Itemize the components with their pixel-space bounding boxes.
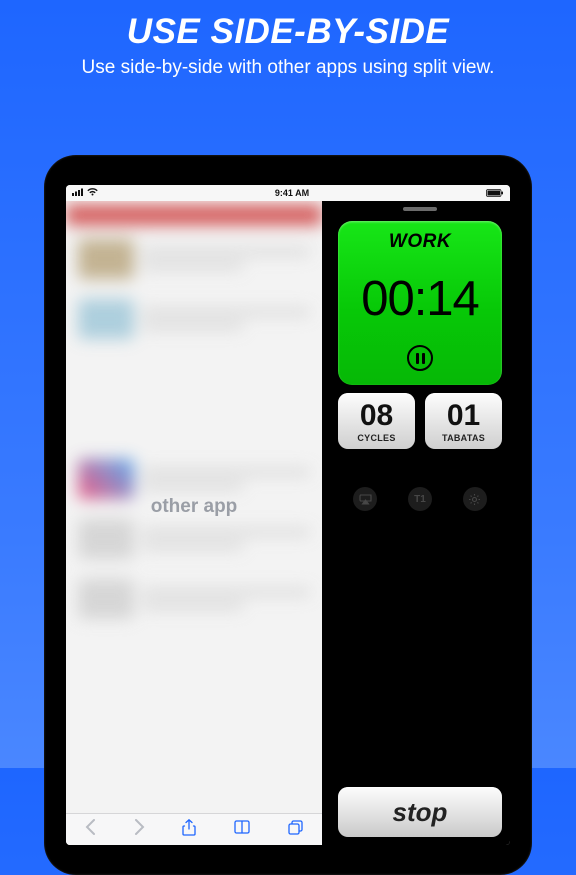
cycles-card[interactable]: 08 CYCLES bbox=[338, 393, 415, 449]
bookmarks-icon[interactable] bbox=[234, 820, 250, 839]
time-display: 00:14 bbox=[361, 271, 479, 327]
promo-subtitle: Use side-by-side with other apps using s… bbox=[30, 56, 546, 81]
tabatas-label: TABATAS bbox=[429, 433, 498, 443]
preset-t1-button[interactable]: T1 bbox=[408, 487, 432, 511]
tabatas-value: 01 bbox=[429, 401, 498, 431]
battery-icon bbox=[486, 189, 504, 197]
split-view: other app bbox=[66, 201, 510, 845]
split-divider[interactable] bbox=[322, 201, 330, 845]
counters-row: 08 CYCLES 01 TABATAS bbox=[338, 393, 502, 449]
share-icon[interactable] bbox=[182, 819, 196, 841]
grab-handle-icon[interactable] bbox=[403, 207, 437, 211]
stop-button[interactable]: stop bbox=[338, 787, 502, 837]
back-icon[interactable] bbox=[85, 819, 96, 840]
tabatas-card[interactable]: 01 TABATAS bbox=[425, 393, 502, 449]
pause-button[interactable] bbox=[407, 345, 433, 371]
left-app-pane: other app bbox=[66, 201, 322, 845]
cycles-label: CYCLES bbox=[342, 433, 411, 443]
airplay-icon[interactable] bbox=[353, 487, 377, 511]
timer-app-pane: WORK 00:14 08 CYCLES 01 TABATAS bbox=[330, 201, 510, 845]
cycles-value: 08 bbox=[342, 401, 411, 431]
work-panel: WORK 00:14 bbox=[338, 221, 502, 385]
other-app-label: other app bbox=[151, 496, 238, 518]
promo-title: USE SIDE-BY-SIDE bbox=[30, 12, 546, 52]
gear-icon[interactable] bbox=[463, 487, 487, 511]
status-time: 9:41 AM bbox=[275, 188, 309, 198]
wifi-icon bbox=[87, 188, 98, 198]
ipad-frame: 9:41 AM bbox=[44, 155, 532, 875]
forward-icon[interactable] bbox=[134, 819, 145, 840]
status-bar: 9:41 AM bbox=[66, 185, 510, 201]
mini-controls: T1 bbox=[338, 487, 502, 511]
state-label: WORK bbox=[389, 231, 451, 253]
ipad-screen: 9:41 AM bbox=[66, 185, 510, 845]
signal-icon bbox=[72, 188, 84, 198]
left-app-content: other app bbox=[66, 201, 322, 813]
tabs-icon[interactable] bbox=[288, 820, 303, 840]
promo-header: USE SIDE-BY-SIDE Use side-by-side with o… bbox=[0, 0, 576, 89]
safari-toolbar bbox=[66, 813, 322, 845]
